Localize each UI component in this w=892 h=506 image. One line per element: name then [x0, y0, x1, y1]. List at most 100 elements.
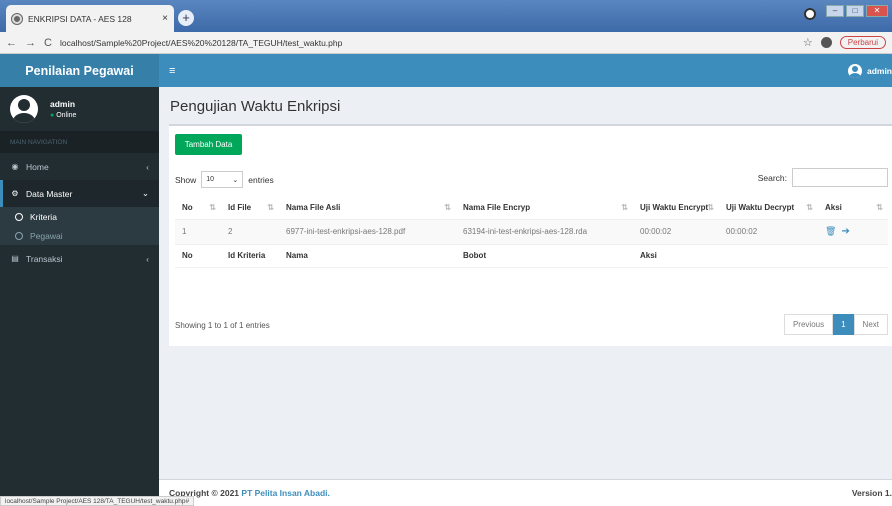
close-window-button[interactable]: ✕ — [866, 5, 888, 17]
table-info: Showing 1 to 1 of 1 entries — [175, 321, 270, 330]
browser-status-url: localhost/Sample Project/AES 128/TA_TEGU… — [0, 496, 195, 506]
column-header-aksi[interactable]: Aksi ⇅ — [818, 197, 888, 220]
column-header-uji-waktu-decrypt[interactable]: Uji Waktu Decrypt ⇅ — [719, 197, 818, 220]
next-button[interactable]: Next — [853, 314, 888, 335]
site-favicon-icon — [12, 13, 22, 24]
address-bar: ← → C i localhost/Sample%20Project/AES%2… — [0, 32, 892, 236]
sidebar-item-home[interactable]: ◉ Home ‹ — [0, 153, 159, 180]
sort-icon: ⇅ — [876, 203, 883, 212]
cell-nama-file-encryp: 63194-ini-test-enkripsi-aes-128.rda — [456, 219, 633, 245]
trash-icon[interactable]: 🗑 — [825, 226, 836, 236]
sidebar-toggle-icon[interactable]: ≡ — [169, 65, 848, 77]
previous-button[interactable]: Previous — [783, 314, 834, 335]
tab-title: ENKRIPSI DATA - AES 128 — [28, 13, 132, 24]
sidebar-item-label: Transaksi — [26, 253, 63, 264]
column-header-id-file[interactable]: Id File ⇅ — [221, 197, 279, 220]
online-status-label: Online — [56, 112, 77, 119]
window-controls: – □ ✕ — [804, 2, 888, 20]
dashboard-icon: ◉ — [11, 162, 19, 171]
column-header-nama-file-encryp[interactable]: Nama File Encryp ⇅ — [456, 197, 633, 220]
entries-length-control: Show 10 ⌄ entries — [175, 171, 274, 188]
main-header: Penilaian Pegawai ≡ admin — [0, 54, 892, 87]
maximize-button[interactable]: □ — [846, 5, 864, 17]
table-footer-row: No Id Kriteria Nama Bobot Aksi — [175, 243, 888, 268]
entries-value: 10 — [206, 176, 215, 183]
sidebar-item-pegawai[interactable]: Pegawai — [0, 226, 159, 245]
tab-close-icon[interactable]: × — [162, 13, 168, 24]
url-field[interactable]: i localhost/Sample%20Project/AES%20%2012… — [6, 37, 795, 236]
sidebar-item-label: Pegawai — [30, 230, 63, 241]
update-button[interactable]: Perbarui — [839, 36, 886, 49]
column-header-nama-file-asli[interactable]: Nama File Asli ⇅ — [279, 197, 456, 220]
header-user-menu[interactable]: admin — [847, 63, 892, 78]
online-dot-icon: ● — [50, 112, 55, 119]
footer-col-empty — [719, 243, 818, 268]
entries-label: entries — [248, 174, 274, 185]
sidebar: admin ● Online MAIN NAVIGATION ◉ Home ‹ … — [0, 87, 159, 506]
browser-tab-strip: ENKRIPSI DATA - AES 128 × + – □ ✕ — [0, 0, 892, 32]
sort-asc-icon: ⇅ — [209, 203, 216, 212]
table-row: 1 2 6977-ini-test-enkripsi-aes-128.pdf 6… — [175, 219, 888, 245]
arrow-right-icon[interactable]: ➔ — [841, 226, 849, 237]
footer-col-id-kriteria: Id Kriteria — [221, 243, 279, 268]
sidebar-item-transaksi[interactable]: ▤ Transaksi ‹ — [0, 245, 159, 272]
nav-heading: MAIN NAVIGATION — [0, 131, 159, 153]
table-header-row: No ⇅ Id File ⇅ Nama File Asli ⇅ Nama File E… — [175, 197, 888, 220]
app-logo[interactable]: Penilaian Pegawai — [0, 54, 159, 87]
company-link[interactable]: PT Pelita Insan Abadi. — [241, 488, 329, 498]
cogs-icon: ⚙ — [11, 189, 19, 198]
sidebar-item-data-master[interactable]: ⚙ Data Master ⌄ — [0, 180, 159, 207]
url-text: localhost/Sample%20Project/AES%20%20128/… — [59, 37, 343, 48]
table-search: Search: — [758, 168, 888, 187]
sort-icon: ⇅ — [621, 203, 628, 212]
search-label: Search: — [757, 172, 787, 183]
column-header-no[interactable]: No ⇅ — [175, 197, 221, 220]
data-table: No ⇅ Id File ⇅ Nama File Asli ⇅ Nama File E… — [175, 197, 888, 268]
circle-icon — [15, 231, 23, 240]
entries-select[interactable]: 10 ⌄ — [201, 171, 244, 188]
forward-icon[interactable]: → — [25, 37, 36, 49]
footer-col-no: No — [175, 243, 221, 268]
sidebar-item-label: Kriteria — [30, 211, 57, 222]
version-text: Version 1. — [851, 488, 892, 498]
new-tab-button[interactable]: + — [178, 10, 194, 26]
search-input[interactable] — [792, 168, 888, 187]
reload-icon[interactable]: C — [44, 37, 52, 49]
data-box: Tambah Data Show 10 ⌄ entries Search: No… — [169, 124, 892, 346]
page-title: Pengujian Waktu Enkripsi — [170, 98, 341, 115]
main-footer: Copyright © 2021 PT Pelita Insan Abadi. … — [159, 479, 892, 506]
footer-col-aksi: Aksi — [633, 243, 719, 268]
online-status[interactable]: ● Online — [50, 112, 76, 119]
chevron-left-icon: ‹ — [146, 253, 149, 264]
cell-uji-waktu-decrypt: 00:00:02 — [719, 219, 818, 245]
profile-icon[interactable] — [804, 8, 816, 20]
pagination: Previous 1 Next — [783, 314, 888, 335]
sidebar-username: admin — [50, 99, 76, 109]
footer-col-nama: Nama — [279, 243, 456, 268]
footer-col-bobot: Bobot — [456, 243, 633, 268]
column-header-uji-waktu-encrypt[interactable]: Uji Waktu Encrypt ⇅ — [633, 197, 719, 220]
circle-icon — [15, 212, 23, 221]
browser-tab[interactable]: ENKRIPSI DATA - AES 128 × — [6, 5, 174, 32]
footer-col-empty — [818, 243, 888, 268]
cell-no: 1 — [175, 219, 221, 245]
back-icon[interactable]: ← — [6, 37, 17, 49]
submenu-data-master: Kriteria Pegawai — [0, 207, 159, 245]
user-avatar-icon — [847, 63, 862, 78]
cell-id-file: 2 — [221, 219, 279, 245]
show-label: Show — [175, 174, 197, 185]
content-wrapper: Pengujian Waktu Enkripsi Tambah Data Sho… — [159, 87, 892, 479]
sidebar-item-label: Home — [26, 161, 49, 172]
bookmark-star-icon[interactable]: ☆ — [803, 36, 813, 49]
cell-uji-waktu-encrypt: 00:00:02 — [633, 219, 719, 245]
chevron-down-icon: ⌄ — [141, 188, 149, 198]
page-1-button[interactable]: 1 — [833, 314, 854, 335]
minimize-button[interactable]: – — [826, 5, 844, 17]
sort-icon: ⇅ — [267, 203, 274, 212]
sidebar-item-label: Data Master — [26, 188, 73, 199]
sidebar-item-kriteria[interactable]: Kriteria — [0, 207, 159, 226]
header-username: admin — [866, 65, 892, 76]
browser-account-icon[interactable] — [820, 37, 832, 48]
add-data-button[interactable]: Tambah Data — [175, 134, 242, 155]
sort-icon: ⇅ — [444, 203, 451, 212]
